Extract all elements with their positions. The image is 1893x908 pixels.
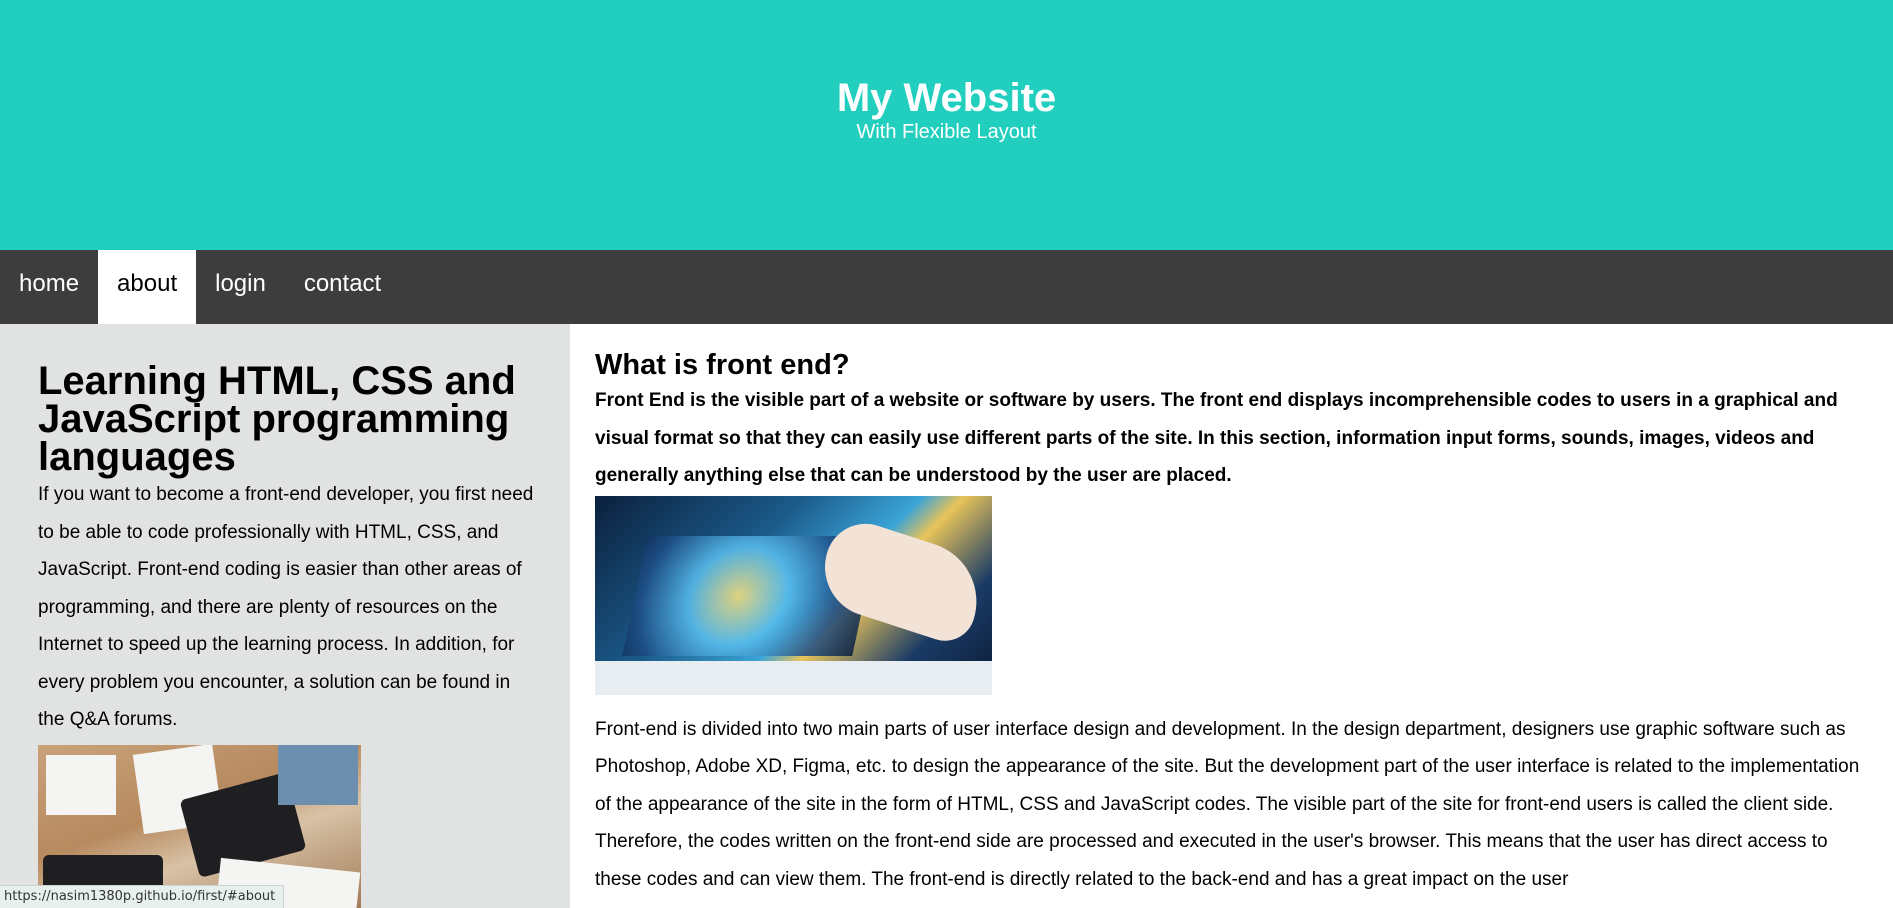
nav-item-contact[interactable]: contact: [285, 250, 400, 324]
main-lead: Front End is the visible part of a websi…: [595, 390, 1838, 486]
top-nav: home about login contact: [0, 250, 1893, 324]
nav-item-login[interactable]: login: [196, 250, 285, 324]
site-header: My Website With Flexible Layout: [0, 0, 1893, 250]
content-row: Learning HTML, CSS and JavaScript progra…: [0, 324, 1893, 908]
desk-image: [38, 744, 361, 908]
site-title: My Website: [836, 76, 1057, 120]
main-heading: What is front end?: [595, 349, 850, 381]
sidebar: Learning HTML, CSS and JavaScript progra…: [0, 324, 570, 908]
sidebar-heading: Learning HTML, CSS and JavaScript progra…: [38, 359, 516, 479]
main-content: What is front end? Front End is the visi…: [570, 324, 1893, 908]
nav-item-home[interactable]: home: [0, 250, 98, 324]
sidebar-text: If you want to become a front-end develo…: [38, 484, 534, 730]
site-subtitle: With Flexible Layout: [856, 121, 1037, 143]
main-body: Front-end is divided into two main parts…: [595, 718, 1860, 890]
status-bar-url: https://nasim1380p.github.io/first/#abou…: [0, 885, 285, 908]
laptop-image: [595, 495, 992, 695]
nav-item-about[interactable]: about: [98, 250, 197, 324]
